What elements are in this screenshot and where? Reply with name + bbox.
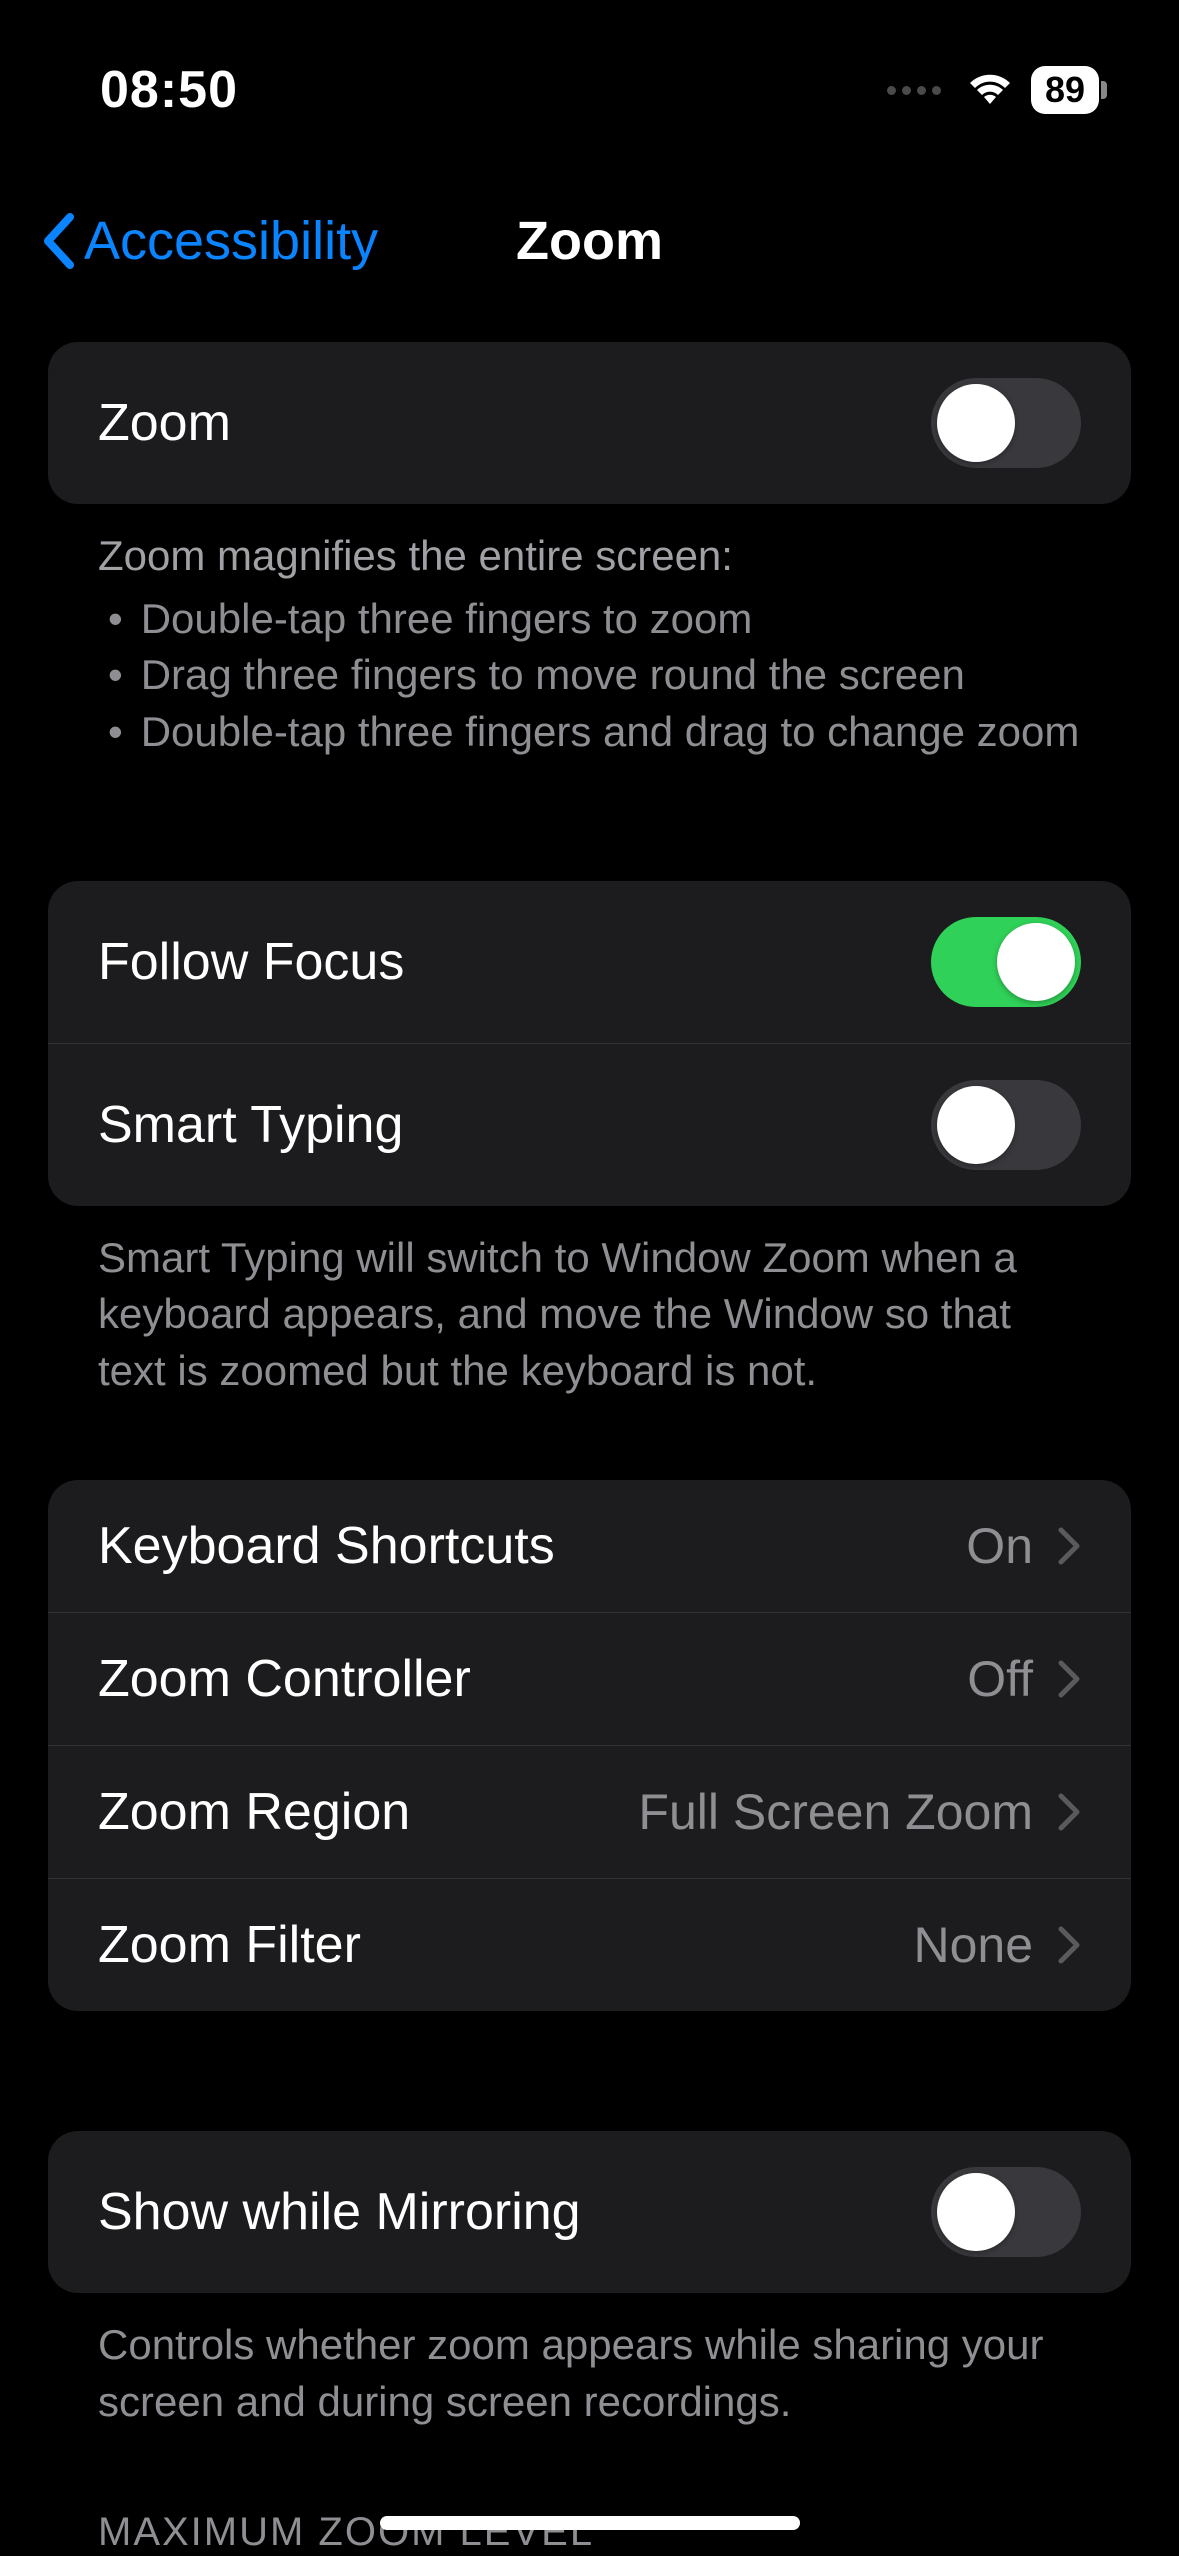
zoom-bullet-3: Double-tap three fingers and drag to cha… [141,704,1080,761]
zoom-filter-label: Zoom Filter [98,1915,361,1975]
zoom-filter-value: None [913,1916,1033,1974]
keyboard-shortcuts-value: On [966,1517,1033,1575]
follow-focus-row[interactable]: Follow Focus [48,881,1131,1043]
zoom-controller-label: Zoom Controller [98,1649,471,1709]
keyboard-shortcuts-row[interactable]: Keyboard Shortcuts On [48,1480,1131,1612]
smart-typing-row[interactable]: Smart Typing [48,1043,1131,1206]
follow-focus-toggle[interactable] [931,917,1081,1007]
show-while-mirroring-label: Show while Mirroring [98,2182,581,2242]
chevron-right-icon [1057,1526,1081,1566]
home-indicator[interactable] [380,2516,800,2530]
focus-typing-group: Follow Focus Smart Typing [48,881,1131,1206]
zoom-region-row[interactable]: Zoom Region Full Screen Zoom [48,1745,1131,1878]
zoom-controller-row[interactable]: Zoom Controller Off [48,1612,1131,1745]
zoom-footer: Zoom magnifies the entire screen: •Doubl… [48,504,1131,761]
smart-typing-label: Smart Typing [98,1095,403,1155]
wifi-icon [967,72,1013,108]
status-indicators: 89 [887,66,1099,114]
status-bar: 08:50 89 [0,0,1179,150]
toggle-knob [937,384,1015,462]
zoom-controller-value: Off [967,1650,1033,1708]
zoom-region-label: Zoom Region [98,1782,410,1842]
mirroring-group: Show while Mirroring [48,2131,1131,2293]
chevron-right-icon [1057,1792,1081,1832]
back-label: Accessibility [84,210,378,272]
follow-focus-label: Follow Focus [98,932,404,992]
zoom-label: Zoom [98,393,231,453]
device-frame: 08:50 89 Accessibility Zoom Zoom [0,0,1179,2556]
zoom-bullet-1: Double-tap three fingers to zoom [141,591,753,648]
page-title: Zoom [516,210,663,272]
nav-rows-group: Keyboard Shortcuts On Zoom Controller Of… [48,1480,1131,2011]
toggle-knob [937,1086,1015,1164]
show-while-mirroring-row[interactable]: Show while Mirroring [48,2131,1131,2293]
zoom-region-value: Full Screen Zoom [638,1783,1033,1841]
zoom-row[interactable]: Zoom [48,342,1131,504]
zoom-bullet-2: Drag three fingers to move round the scr… [141,647,965,704]
toggle-knob [997,923,1075,1001]
chevron-right-icon [1057,1925,1081,1965]
toggle-knob [937,2173,1015,2251]
keyboard-shortcuts-label: Keyboard Shortcuts [98,1516,555,1576]
zoom-filter-row[interactable]: Zoom Filter None [48,1878,1131,2011]
zoom-toggle-group: Zoom [48,342,1131,504]
back-button[interactable]: Accessibility [40,210,378,272]
navigation-bar: Accessibility Zoom [0,150,1179,342]
smart-typing-toggle[interactable] [931,1080,1081,1170]
mirroring-footer: Controls whether zoom appears while shar… [48,2293,1131,2430]
chevron-right-icon [1057,1659,1081,1699]
zoom-toggle[interactable] [931,378,1081,468]
show-while-mirroring-toggle[interactable] [931,2167,1081,2257]
chevron-left-icon [40,213,76,269]
smart-typing-footer: Smart Typing will switch to Window Zoom … [48,1206,1131,1400]
battery-indicator: 89 [1031,66,1099,114]
status-dots-icon [887,86,941,95]
zoom-footer-lead: Zoom magnifies the entire screen: [98,528,1081,585]
status-time: 08:50 [100,60,238,120]
